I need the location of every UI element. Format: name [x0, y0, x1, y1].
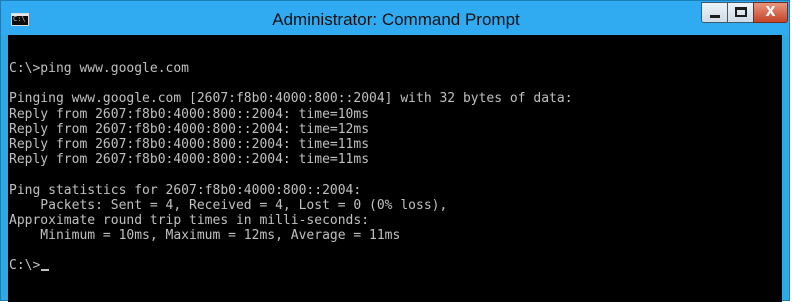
command-prompt-window: C:\ Administrator: Command Prompt X C:\>…: [0, 0, 790, 302]
console-line: Packets: Sent = 4, Received = 4, Lost = …: [9, 197, 448, 213]
close-button[interactable]: X: [753, 2, 788, 23]
text-cursor: [41, 269, 50, 272]
title-bar[interactable]: C:\ Administrator: Command Prompt X: [1, 1, 789, 35]
console-line: Reply from 2607:f8b0:4000:800::2004: tim…: [9, 121, 370, 137]
console-line: Reply from 2607:f8b0:4000:800::2004: tim…: [9, 152, 370, 168]
minimize-button[interactable]: [701, 2, 728, 23]
close-icon: X: [765, 5, 776, 20]
console-output[interactable]: C:\>ping www.google.com Pinging www.goog…: [8, 35, 782, 302]
maximize-icon: [735, 7, 747, 17]
window-title: Administrator: Command Prompt: [272, 10, 520, 29]
maximize-button[interactable]: [727, 2, 754, 23]
console-line: C:\>ping www.google.com: [9, 61, 190, 76]
command-prompt: C:\>: [9, 258, 41, 274]
console-line: Minimum = 10ms, Maximum = 12ms, Average …: [9, 228, 401, 244]
console-prompt-line[interactable]: C:\>: [9, 258, 573, 273]
console-lines: C:\>ping www.google.com Pinging www.goog…: [9, 61, 573, 274]
minimize-icon: [710, 15, 720, 18]
console-line: Pinging www.google.com [2607:f8b0:4000:8…: [9, 91, 573, 107]
console-line: Approximate round trip times in milli-se…: [9, 212, 370, 228]
console-line: Reply from 2607:f8b0:4000:800::2004: tim…: [9, 106, 370, 122]
console-line: Reply from 2607:f8b0:4000:800::2004: tim…: [9, 136, 370, 152]
console-line: Ping statistics for 2607:f8b0:4000:800::…: [9, 182, 362, 198]
